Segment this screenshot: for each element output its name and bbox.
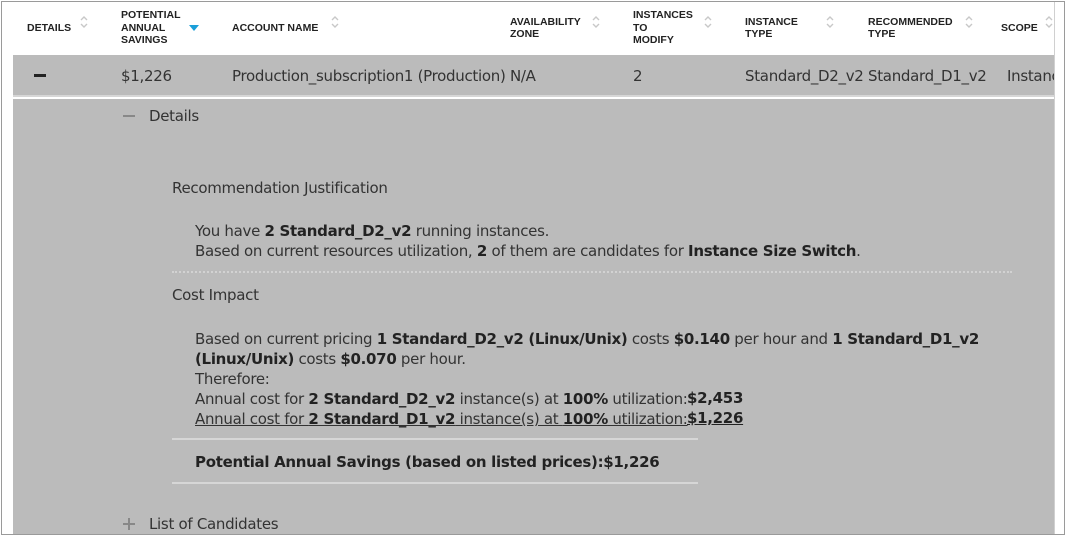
vertical-scrollbar[interactable] bbox=[1054, 2, 1064, 534]
cost-impact-text: Based on current pricing 1 Standard_D2_v… bbox=[195, 329, 979, 429]
header-label: INSTANCE bbox=[745, 15, 798, 28]
sort-icon[interactable] bbox=[1045, 15, 1053, 29]
sort-icon[interactable] bbox=[592, 15, 600, 29]
annual-cost-current: Annual cost for 2 Standard_D2_v2 instanc… bbox=[195, 390, 688, 408]
collapse-row-icon[interactable] bbox=[34, 74, 46, 77]
pricing-line-1: Based on current pricing 1 Standard_D2_v… bbox=[195, 330, 979, 348]
table-row[interactable]: $1,226 Production_subscription1 (Product… bbox=[13, 55, 1056, 97]
header-label: TYPE bbox=[868, 28, 896, 40]
header-label: ZONE bbox=[510, 28, 540, 40]
cost-impact-title: Cost Impact bbox=[172, 286, 259, 304]
justification-line-1: You have 2 Standard_D2_v2 running instan… bbox=[195, 222, 550, 240]
potential-annual-savings-summary: Potential Annual Savings (based on liste… bbox=[195, 453, 660, 471]
recommendations-table: DETAILS POTENTIAL ANNUAL SAVINGS ACCOUNT… bbox=[13, 2, 1056, 534]
recommendations-panel: DETAILS POTENTIAL ANNUAL SAVINGS ACCOUNT… bbox=[1, 1, 1065, 535]
header-label: AVAILABILITY bbox=[510, 15, 581, 28]
details-toggle-label: Details bbox=[149, 107, 199, 125]
column-header-details[interactable]: DETAILS bbox=[27, 2, 71, 54]
header-label: TO bbox=[633, 21, 648, 34]
cell-instance-type: Standard_D2_v2 bbox=[745, 67, 864, 85]
justification-title: Recommendation Justification bbox=[172, 179, 388, 197]
header-label: SCOPE bbox=[1001, 21, 1038, 34]
header-label: MODIFY bbox=[633, 34, 674, 47]
table-header: DETAILS POTENTIAL ANNUAL SAVINGS ACCOUNT… bbox=[13, 2, 1056, 54]
section-divider bbox=[172, 271, 1012, 273]
header-label: POTENTIAL bbox=[121, 9, 181, 22]
annual-cost-recommended: Annual cost for 2 Standard_D1_v2 instanc… bbox=[195, 410, 688, 428]
header-label: SAVINGS bbox=[121, 34, 168, 47]
sort-icon[interactable] bbox=[331, 15, 339, 29]
column-header-recommended-type[interactable]: RECOMMENDED TYPE bbox=[868, 2, 953, 54]
list-of-candidates-label: List of Candidates bbox=[149, 515, 279, 533]
column-header-instances-to-modify[interactable]: INSTANCES TO MODIFY bbox=[633, 2, 693, 54]
pricing-line-2: (Linux/Unix) costs $0.070 per hour. bbox=[195, 350, 466, 368]
annual-cost-current-amount: $2,453 bbox=[687, 389, 744, 407]
header-label: TYPE bbox=[745, 28, 773, 40]
cell-availability-zone: N/A bbox=[510, 67, 536, 85]
sort-icon[interactable] bbox=[826, 15, 834, 29]
header-label: DETAILS bbox=[27, 21, 72, 34]
details-toggle[interactable]: Details bbox=[123, 107, 199, 125]
expand-plus-icon bbox=[123, 518, 135, 530]
cell-instances-to-modify: 2 bbox=[633, 67, 643, 85]
column-header-availability-zone[interactable]: AVAILABILITY ZONE bbox=[510, 2, 581, 54]
cell-scope: Instanc bbox=[1007, 67, 1056, 85]
list-of-candidates-toggle[interactable]: List of Candidates bbox=[123, 515, 279, 533]
header-label: RECOMMENDED bbox=[868, 15, 953, 28]
savings-divider-bottom bbox=[172, 482, 698, 484]
sort-icon[interactable] bbox=[80, 15, 88, 29]
collapse-minus-icon bbox=[123, 115, 135, 117]
savings-divider-top bbox=[172, 438, 698, 440]
column-header-account-name[interactable]: ACCOUNT NAME bbox=[232, 2, 318, 54]
column-header-potential-annual-savings[interactable]: POTENTIAL ANNUAL SAVINGS bbox=[121, 2, 181, 54]
header-label: ANNUAL bbox=[121, 21, 166, 34]
cell-recommended-type: Standard_D1_v2 bbox=[868, 67, 987, 85]
therefore-label: Therefore: bbox=[195, 370, 270, 388]
column-header-instance-type[interactable]: INSTANCE TYPE bbox=[745, 2, 798, 54]
cell-potential-annual-savings: $1,226 bbox=[121, 67, 172, 85]
sort-icon[interactable] bbox=[704, 15, 712, 29]
cell-account-name: Production_subscription1 (Production) bbox=[232, 67, 506, 85]
justification-text: You have 2 Standard_D2_v2 running instan… bbox=[195, 221, 861, 261]
header-label: INSTANCES bbox=[633, 9, 693, 22]
sort-icon[interactable] bbox=[965, 15, 973, 29]
column-header-scope[interactable]: SCOPE bbox=[1001, 2, 1038, 54]
header-label: ACCOUNT NAME bbox=[232, 21, 319, 34]
justification-line-2: Based on current resources utilization, … bbox=[195, 242, 861, 260]
row-detail-panel: Details Recommendation Justification You… bbox=[13, 99, 1056, 534]
sort-descending-icon[interactable] bbox=[189, 17, 199, 31]
annual-cost-recommended-amount: $1,226 bbox=[687, 409, 744, 427]
